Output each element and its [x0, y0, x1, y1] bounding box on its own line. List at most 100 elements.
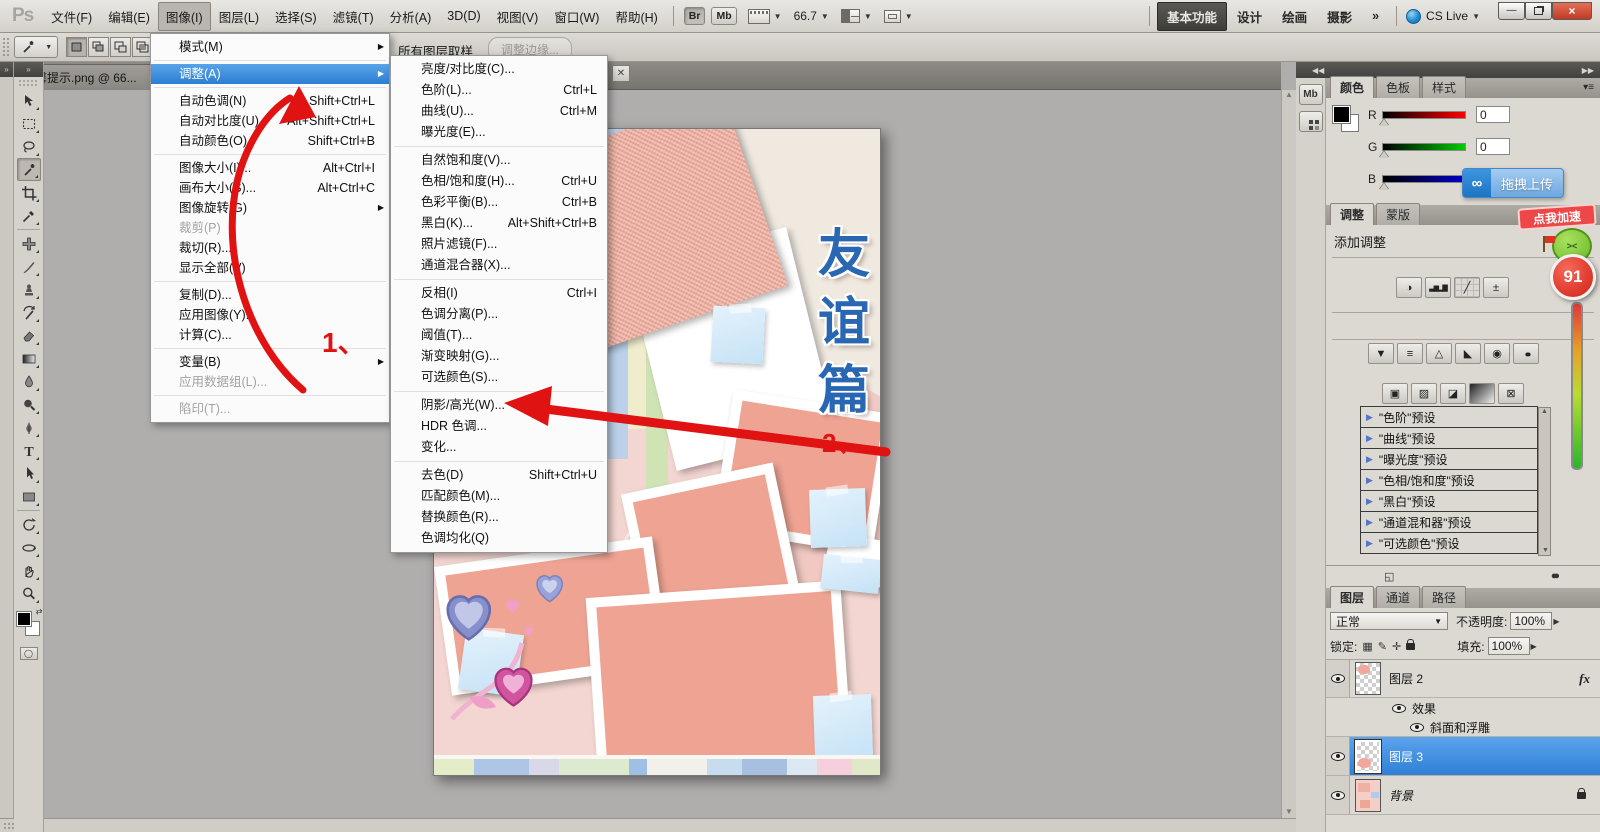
layer-thumbnail[interactable] — [1355, 662, 1381, 695]
menu-item-image-rotation[interactable]: 图像旋转(G) ▶ — [151, 198, 389, 218]
submenu-item-levels[interactable]: 色阶(L)... Ctrl+L — [391, 80, 607, 101]
chevron-down-icon[interactable]: ▼ — [774, 12, 782, 21]
add-selection-button[interactable] — [88, 37, 109, 57]
submenu-item-photo-filter[interactable]: 照片滤镜(F)... — [391, 234, 607, 255]
close-icon[interactable]: ✕ — [612, 65, 630, 82]
channel-mixer-icon[interactable]: ●● — [1513, 343, 1539, 364]
subtract-selection-button[interactable] — [110, 37, 131, 57]
tool-preset-picker[interactable]: ▼ — [14, 36, 58, 58]
healing-brush-tool[interactable] — [17, 232, 41, 255]
submenu-item-selective-color[interactable]: 可选颜色(S)... — [391, 367, 607, 388]
eraser-tool[interactable] — [17, 324, 41, 347]
zoom-tool[interactable] — [17, 582, 41, 605]
visibility-cell[interactable] — [1326, 737, 1350, 775]
clone-stamp-tool[interactable] — [17, 278, 41, 301]
submenu-item-gradient-map[interactable]: 渐变映射(G)... — [391, 346, 607, 367]
brightness-contrast-icon[interactable]: ◑ — [1396, 277, 1422, 298]
expand-dock-icon[interactable]: » — [0, 62, 13, 77]
menu-layer[interactable]: 图层(L) — [211, 2, 267, 31]
move-tool[interactable] — [17, 89, 41, 112]
mini-bridge-panel-icon[interactable]: Mb — [1298, 84, 1323, 105]
preset-row[interactable]: ▶ "色相/饱和度"预设 — [1360, 469, 1538, 491]
view-extras-icon[interactable] — [747, 8, 770, 24]
lock-transparency-icon[interactable]: ▦ — [1362, 640, 1372, 653]
eyedropper-tool[interactable] — [17, 204, 41, 227]
submenu-item-hdr-toning[interactable]: HDR 色调... — [391, 416, 607, 437]
zoom-level[interactable]: 66.7 — [794, 9, 817, 23]
menu-item-duplicate[interactable]: 复制(D)... — [151, 285, 389, 305]
visibility-cell[interactable] — [1326, 660, 1350, 697]
pen-tool[interactable] — [17, 416, 41, 439]
quick-mask-button[interactable]: ◯ — [19, 647, 38, 660]
workspace-photography[interactable]: 摄影 — [1317, 2, 1362, 31]
menu-item-auto-tone[interactable]: 自动色调(N) Shift+Ctrl+L — [151, 91, 389, 111]
type-tool[interactable]: T — [17, 439, 41, 462]
gradient-map-icon[interactable] — [1469, 383, 1495, 404]
menu-item-image-size[interactable]: 图像大小(I)... Alt+Ctrl+I — [151, 158, 389, 178]
dodge-tool[interactable] — [17, 393, 41, 416]
submenu-item-shadow-highlight[interactable]: 阴影/高光(W)... — [391, 395, 607, 416]
threshold-icon[interactable]: ◪ — [1440, 383, 1466, 404]
slider-thumb[interactable] — [1379, 182, 1389, 190]
accelerator-badge[interactable]: 91 — [1550, 254, 1596, 300]
menu-select[interactable]: 选择(S) — [267, 2, 325, 31]
clone-source-panel-icon[interactable] — [1298, 111, 1323, 132]
menu-item-adjustments[interactable]: 调整(A) ▶ — [151, 64, 389, 84]
preset-row[interactable]: ▶ "色阶"预设 — [1360, 406, 1538, 428]
expand-icon[interactable]: ▶ — [1366, 433, 1373, 444]
mini-bridge-button[interactable]: Mb — [711, 7, 737, 25]
invert-icon[interactable]: ▣ — [1382, 383, 1408, 404]
menu-item-auto-contrast[interactable]: 自动对比度(U) Alt+Shift+Ctrl+L — [151, 111, 389, 131]
tab-paths[interactable]: 路径 — [1422, 586, 1467, 608]
foreground-color-swatch[interactable] — [15, 611, 32, 627]
preset-row[interactable]: ▶ "通道混和器"预设 — [1360, 511, 1538, 533]
history-brush-tool[interactable] — [17, 301, 41, 324]
menu-analysis[interactable]: 分析(A) — [382, 2, 440, 31]
expand-icon[interactable]: ▶ — [1366, 517, 1373, 528]
chevron-down-icon[interactable]: ▼ — [864, 12, 872, 21]
submenu-item-hue-saturation[interactable]: 色相/饱和度(H)... Ctrl+U — [391, 171, 607, 192]
submenu-item-channel-mixer[interactable]: 通道混合器(X)... — [391, 255, 607, 276]
preset-row[interactable]: ▶ "曲线"预设 — [1360, 427, 1538, 449]
photo-filter-icon[interactable]: ◉ — [1484, 343, 1510, 364]
blend-mode-select[interactable]: 正常 ▼ — [1330, 612, 1448, 630]
menu-item-variables[interactable]: 变量(B) ▶ — [151, 352, 389, 372]
lock-all-icon[interactable] — [1406, 638, 1416, 650]
new-selection-button[interactable] — [66, 37, 87, 57]
lock-position-icon[interactable]: ✛ — [1392, 640, 1401, 653]
3d-rotate-tool[interactable] — [17, 513, 41, 536]
hue-saturation-icon[interactable]: ≡ — [1397, 343, 1423, 364]
chevron-down-icon[interactable]: ▼ — [821, 12, 829, 21]
tab-adjustments[interactable]: 调整 — [1330, 203, 1375, 225]
red-slider[interactable] — [1379, 110, 1466, 126]
layer-row-layer3[interactable]: 图层 3 — [1326, 737, 1600, 776]
brush-tool[interactable] — [17, 255, 41, 278]
preset-row[interactable]: ▶ "曝光度"预设 — [1360, 448, 1538, 470]
lasso-tool[interactable] — [17, 135, 41, 158]
menu-window[interactable]: 窗口(W) — [546, 2, 607, 31]
screen-mode-icon[interactable] — [883, 9, 901, 23]
layer-thumbnail[interactable] — [1355, 778, 1381, 812]
vibrance-icon[interactable]: ▼ — [1368, 343, 1394, 364]
fill-field[interactable]: 100% — [1487, 637, 1530, 655]
red-value-field[interactable]: 0 — [1476, 106, 1510, 123]
menu-item-reveal-all[interactable]: 显示全部(V) — [151, 258, 389, 278]
submenu-item-curves[interactable]: 曲线(U)... Ctrl+M — [391, 101, 607, 122]
selective-color-icon[interactable]: ⊠ — [1498, 383, 1524, 404]
menu-item-apply-image[interactable]: 应用图像(Y)... — [151, 305, 389, 325]
expand-dock-icon[interactable]: ▶▶ — [1582, 66, 1594, 75]
submenu-item-color-balance[interactable]: 色彩平衡(B)... Ctrl+B — [391, 192, 607, 213]
preset-scrollbar[interactable]: ▲ ▼ — [1538, 407, 1551, 556]
submenu-item-match-color[interactable]: 匹配颜色(M)... — [391, 486, 607, 507]
arrange-documents-icon[interactable] — [840, 9, 860, 23]
expand-icon[interactable]: ▶ — [1366, 496, 1373, 507]
tab-color[interactable]: 颜色 — [1330, 76, 1375, 98]
foreground-color-swatch[interactable] — [1332, 105, 1351, 124]
menu-file[interactable]: 文件(F) — [43, 2, 100, 31]
submenu-item-exposure[interactable]: 曝光度(E)... — [391, 122, 607, 143]
black-white-icon[interactable]: ◣ — [1455, 343, 1481, 364]
menu-view[interactable]: 视图(V) — [489, 2, 547, 31]
menu-image[interactable]: 图像(I) — [157, 1, 211, 31]
restore-button[interactable] — [1525, 1, 1552, 20]
preset-row[interactable]: ▶ "黑白"预设 — [1360, 490, 1538, 512]
